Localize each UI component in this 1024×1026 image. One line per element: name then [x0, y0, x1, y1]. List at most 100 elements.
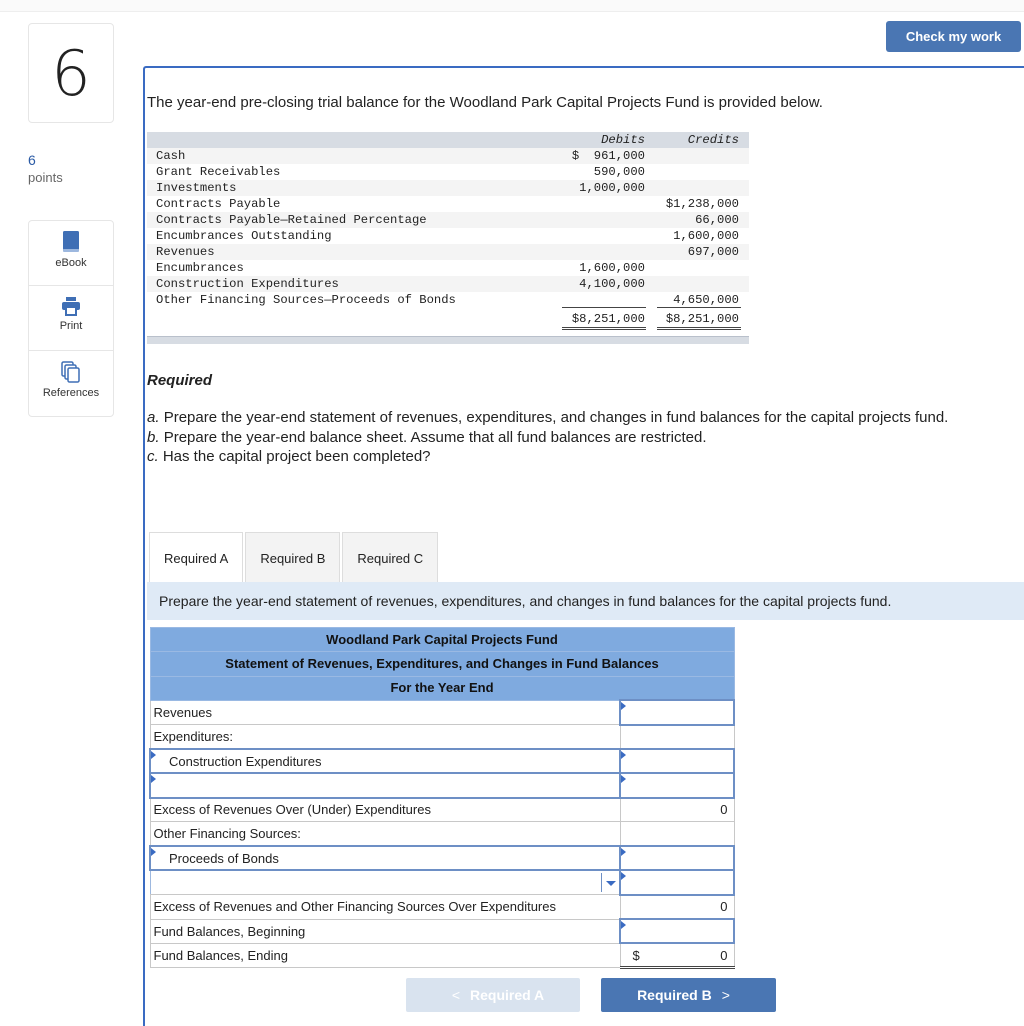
row-expenditures-header: Expenditures: [149, 724, 735, 750]
double-underline [562, 327, 646, 330]
prev-label: Required A [470, 987, 545, 1003]
trial-balance-table: Debits Credits Cash $ 961,000 Grant Recei… [147, 132, 749, 344]
points-label: points [28, 170, 63, 185]
revenues-label: Revenues [149, 699, 621, 726]
required-title: Required [147, 372, 213, 389]
debit-value: 1,000,000 [579, 181, 645, 195]
item-letter: c. [147, 448, 159, 465]
table-row: Other Financing Sources—Proceeds of Bond… [147, 292, 749, 308]
totals-row: $8,251,000 $8,251,000 [147, 308, 749, 330]
print-label: Print [59, 320, 83, 332]
previous-required-a-button: < Required A [406, 978, 580, 1012]
debits-header: Debits [601, 133, 645, 147]
proceeds-of-bonds-label-input[interactable]: Proceeds of Bonds [149, 845, 621, 872]
revenues-input[interactable] [619, 699, 735, 726]
tools-panel: eBook Print References [28, 220, 114, 417]
account-name: Encumbrances [156, 261, 244, 275]
fund-balances-beginning-label: Fund Balances, Beginning [149, 918, 621, 944]
top-bar [0, 0, 1024, 12]
print-button[interactable]: Print [29, 286, 113, 351]
book-icon [63, 231, 79, 252]
excess-revenues-label: Excess of Revenues Over (Under) Expendit… [149, 797, 621, 823]
expenditure-label-input[interactable] [149, 772, 621, 799]
points-value: 6 [28, 152, 36, 168]
chevron-down-icon[interactable] [601, 873, 619, 893]
fund-balances-beginning-input[interactable] [619, 918, 735, 945]
dropdown-amount-input[interactable] [619, 869, 735, 896]
row-proceeds-of-bonds: Proceeds of Bonds [149, 845, 735, 872]
item-letter: a. [147, 409, 160, 426]
debit-value: 590,000 [593, 165, 645, 179]
row-ofs-header: Other Financing Sources: [149, 821, 735, 847]
chevron-right-icon: > [721, 987, 730, 1003]
trial-balance-header: Debits Credits [147, 132, 749, 148]
ebook-label: eBook [55, 257, 87, 269]
other-financing-label: Other Financing Sources: [149, 821, 621, 847]
tab-required-a[interactable]: Required A [149, 532, 244, 583]
account-dropdown[interactable] [149, 869, 621, 896]
credits-header: Credits [687, 133, 739, 147]
intro-text: The year-end pre-closing trial balance f… [147, 94, 823, 111]
statement-table: Woodland Park Capital Projects Fund Stat… [149, 626, 735, 970]
currency-symbol: $ [632, 947, 640, 963]
table-row: Construction Expenditures 4,100,000 [147, 276, 749, 292]
tab-required-c[interactable]: Required C [342, 532, 439, 583]
check-my-work-button[interactable]: Check my work [886, 21, 1021, 52]
account-name: Construction Expenditures [156, 277, 339, 291]
debit-value: $ 961,000 [571, 149, 645, 163]
next-label: Required B [637, 987, 712, 1003]
item-text: Prepare the year-end statement of revenu… [163, 409, 949, 426]
account-name: Contracts Payable [156, 197, 281, 211]
required-item-c: c. Has the capital project been complete… [147, 447, 1017, 467]
required-list: a. Prepare the year-end statement of rev… [147, 408, 1017, 467]
required-tabs: Required A Required B Required C [149, 532, 440, 583]
credit-value: 4,650,000 [673, 293, 739, 307]
row-construction-expenditures: Construction Expenditures [149, 747, 735, 775]
table-row: Investments 1,000,000 [147, 180, 749, 196]
next-required-b-button[interactable]: Required B > [601, 978, 776, 1012]
item-text: Prepare the year-end balance sheet. Assu… [163, 428, 707, 446]
credit-value: 697,000 [687, 245, 739, 259]
account-name: Cash [156, 149, 186, 163]
table-row: Contracts Payable $1,238,000 [147, 196, 749, 212]
proceeds-of-bonds-input[interactable] [619, 845, 735, 872]
trial-balance-body: Cash $ 961,000 Grant Receivables 590,000 I… [147, 148, 749, 308]
construction-expenditures-label-input[interactable]: Construction Expenditures [149, 747, 621, 775]
expenditure-amount-input[interactable] [619, 772, 735, 799]
account-name: Revenues [156, 245, 215, 259]
fund-balances-ending-value: 0 [720, 947, 728, 963]
table-row: Encumbrances 1,600,000 [147, 260, 749, 276]
trial-balance-footer [147, 336, 749, 344]
expenditures-label: Expenditures: [149, 724, 621, 750]
row-dropdown [149, 869, 735, 896]
empty-cell [619, 724, 735, 750]
empty-cell [619, 821, 735, 847]
item-text: Has the capital project been completed? [162, 448, 431, 465]
ebook-button[interactable]: eBook [29, 221, 113, 286]
printer-icon [62, 297, 80, 316]
double-underline [657, 327, 741, 330]
row-revenues: Revenues [149, 699, 735, 726]
credit-value: 66,000 [695, 213, 739, 227]
instruction-banner: Prepare the year-end statement of revenu… [147, 582, 1024, 620]
excess-financing-value: 0 [619, 894, 735, 920]
statement-subtitle: Statement of Revenues, Expenditures, and… [149, 651, 735, 677]
account-name: Other Financing Sources—Proceeds of Bond… [156, 293, 456, 307]
item-letter: b. [147, 428, 160, 446]
table-row: Grant Receivables 590,000 [147, 164, 749, 180]
row-fund-balances-beginning: Fund Balances, Beginning [149, 918, 735, 945]
debit-value: 4,100,000 [579, 277, 645, 291]
fund-balances-ending-cell: $0 [619, 942, 735, 970]
references-button[interactable]: References [29, 351, 113, 416]
references-label: References [42, 387, 100, 399]
credit-value: 1,600,000 [673, 229, 739, 243]
table-row: Cash $ 961,000 [147, 148, 749, 164]
tab-required-b[interactable]: Required B [245, 532, 341, 583]
required-item-a: a. Prepare the year-end statement of rev… [147, 408, 1017, 428]
table-row: Revenues 697,000 [147, 244, 749, 260]
account-name: Grant Receivables [156, 165, 281, 179]
construction-expenditures-input[interactable] [619, 747, 735, 775]
excess-revenues-value: 0 [619, 797, 735, 823]
account-name: Encumbrances Outstanding [156, 229, 332, 243]
account-name: Investments [156, 181, 237, 195]
